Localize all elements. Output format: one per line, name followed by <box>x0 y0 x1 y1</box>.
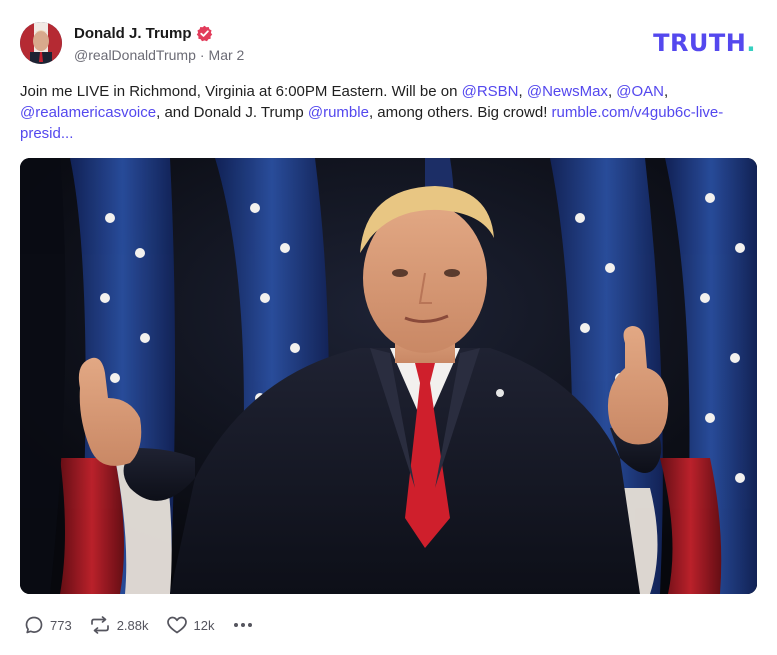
retruth-count: 2.88k <box>116 617 149 633</box>
more-options-button[interactable] <box>231 615 255 635</box>
avatar[interactable] <box>20 22 62 64</box>
reply-count: 773 <box>50 617 72 633</box>
mention-oan[interactable]: @OAN <box>616 83 664 100</box>
post-text-comma: , <box>664 83 669 100</box>
logo-dot: . <box>746 29 756 57</box>
avatar-image <box>20 22 62 64</box>
post-card: Donald J. Trump @realDonaldTrump · Mar 2 T… <box>0 0 777 655</box>
meta-separator: · <box>199 47 205 63</box>
post-photo <box>20 158 757 594</box>
like-count: 12k <box>193 617 215 633</box>
logo-text: TRUTH <box>653 29 747 57</box>
post-text-intro: Join me LIVE in Richmond, Virginia at 6:… <box>20 83 462 100</box>
post-meta: @realDonaldTrump · Mar 2 <box>74 47 244 63</box>
retruth-icon <box>90 616 109 634</box>
author-handle[interactable]: @realDonaldTrump <box>74 47 196 63</box>
post-text-mid: , and Donald J. Trump <box>156 104 308 121</box>
truth-logo[interactable]: TRUTH. <box>653 29 756 57</box>
action-bar: 773 2.88k 12k <box>24 612 255 638</box>
mention-newsmax[interactable]: @NewsMax <box>527 83 608 100</box>
heart-icon <box>166 616 187 634</box>
mention-rsbn[interactable]: @RSBN <box>462 83 519 100</box>
post-image[interactable] <box>20 158 757 594</box>
post-text-comma: , <box>518 83 527 100</box>
like-button[interactable]: 12k <box>166 615 215 635</box>
post-header: Donald J. Trump @realDonaldTrump · Mar 2 <box>20 20 244 66</box>
mention-rumble[interactable]: @rumble <box>308 104 369 121</box>
verified-badge-icon <box>196 25 213 42</box>
post-body: Join me LIVE in Richmond, Virginia at 6:… <box>20 81 760 144</box>
reply-icon <box>25 616 43 634</box>
reply-button[interactable]: 773 <box>24 615 72 635</box>
more-icon <box>234 623 253 627</box>
post-date[interactable]: Mar 2 <box>209 47 245 63</box>
post-text-end: , among others. Big crowd! <box>368 104 552 121</box>
mention-realamericasvoice[interactable]: @realamericasvoice <box>20 104 156 121</box>
retruth-button[interactable]: 2.88k <box>89 615 149 635</box>
author-name[interactable]: Donald J. Trump <box>74 25 192 42</box>
